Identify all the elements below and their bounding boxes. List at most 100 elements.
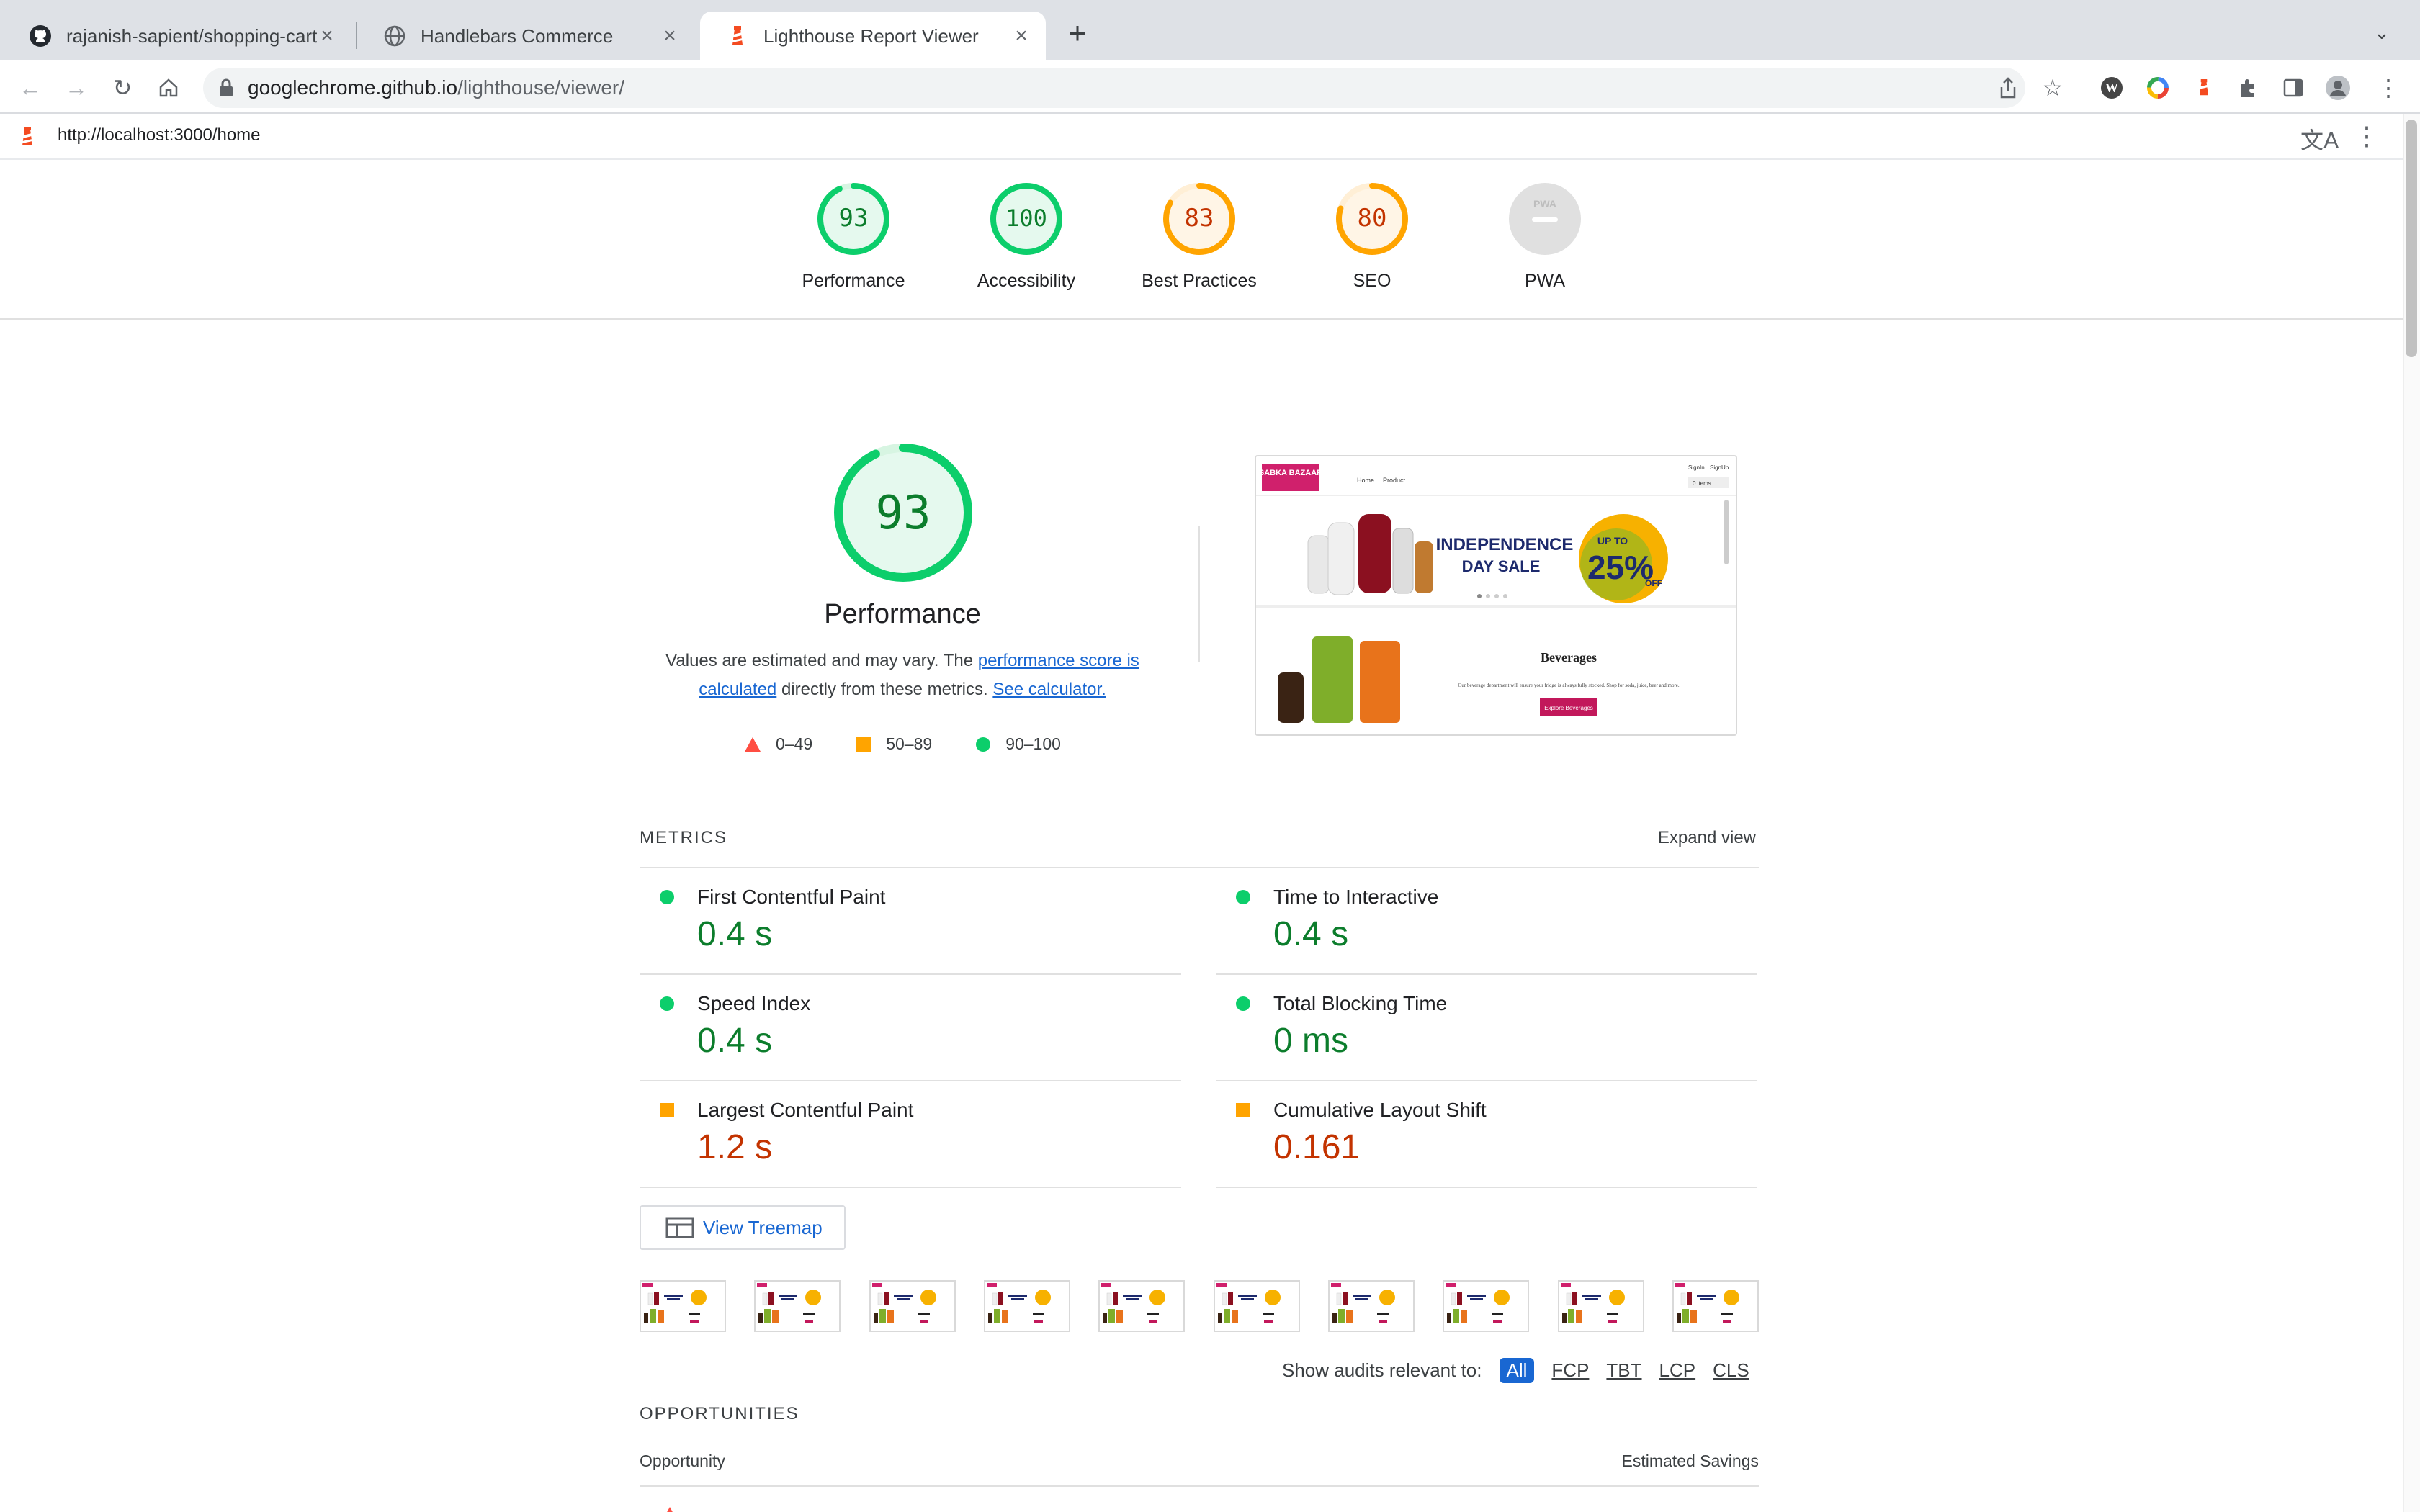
score-ring: 93 xyxy=(817,183,889,255)
globe-icon xyxy=(383,24,406,48)
view-treemap-label: View Treemap xyxy=(703,1216,823,1238)
metric-value: 0.4 s xyxy=(1273,915,1349,953)
metric-speed-index: Speed Index 0.4 s xyxy=(640,975,1181,1081)
profile-avatar-icon[interactable] xyxy=(2323,73,2352,102)
browser-toolbar: ← → ↻ googlechrome.github.io/lighthouse/… xyxy=(0,60,2420,114)
filmstrip-frame xyxy=(1098,1280,1186,1332)
filmstrip-frame xyxy=(1213,1280,1300,1332)
divider xyxy=(1198,526,1200,662)
filter-chip-fcp[interactable]: FCP xyxy=(1551,1359,1589,1382)
gauge-performance[interactable]: 93 Performance xyxy=(767,181,940,292)
see-calculator-link[interactable]: See calculator. xyxy=(992,680,1106,699)
report-topbar: http://localhost:3000/home 文A ⋮ xyxy=(0,114,2420,160)
gauge-best-practices[interactable]: 83 Best Practices xyxy=(1113,181,1286,292)
legend-pass: 90–100 xyxy=(975,734,1061,754)
average-square-icon xyxy=(660,1103,674,1117)
svg-text:UP TO: UP TO xyxy=(1597,535,1628,546)
svg-text:INDEPENDENCE: INDEPENDENCE xyxy=(1436,535,1574,554)
opportunity-column-header: Opportunity xyxy=(640,1452,725,1470)
metric-name: Total Blocking Time xyxy=(1273,992,1448,1014)
view-treemap-button[interactable]: View Treemap xyxy=(640,1205,846,1250)
close-icon[interactable]: × xyxy=(1011,24,1031,48)
new-tab-button[interactable]: + xyxy=(1062,18,1093,50)
svg-text:0 items: 0 items xyxy=(1693,480,1711,487)
svg-text:OFF: OFF xyxy=(1645,578,1662,588)
address-bar[interactable]: googlechrome.github.io/lighthouse/viewer… xyxy=(203,68,2025,108)
puzzle-extensions-icon[interactable] xyxy=(2234,73,2263,102)
metrics-title: METRICS xyxy=(640,828,727,847)
filter-chip-all[interactable]: All xyxy=(1499,1358,1535,1383)
svg-text:25%: 25% xyxy=(1587,549,1654,586)
average-square-icon xyxy=(856,737,871,752)
filter-chip-lcp[interactable]: LCP xyxy=(1659,1359,1696,1382)
share-icon[interactable] xyxy=(1994,73,2022,102)
tab-title: Lighthouse Report Viewer xyxy=(763,24,979,47)
tab-strip: rajanish-sapient/shopping-cart × Handleb… xyxy=(0,0,2420,60)
final-screenshot[interactable]: SABKA BAZAAR Home Product SignIn SignUp … xyxy=(1255,455,1737,736)
url-host: googlechrome.github.io xyxy=(248,76,458,99)
expand-view-toggle[interactable]: Expand view xyxy=(1658,828,1756,848)
bookmark-star-icon[interactable]: ☆ xyxy=(2038,73,2067,102)
forward-icon[interactable]: → xyxy=(62,73,91,102)
tab-github[interactable]: rajanish-sapient/shopping-cart × xyxy=(3,12,351,60)
lighthouse-icon xyxy=(726,24,749,48)
svg-text:W: W xyxy=(2105,81,2118,95)
metric-value: 0.4 s xyxy=(697,1022,773,1060)
svg-text:SignIn: SignIn xyxy=(1688,464,1705,471)
gauge-pwa[interactable]: PWA PWA xyxy=(1458,181,1631,292)
score-value: 83 xyxy=(1185,204,1214,233)
tab-handlebars[interactable]: Handlebars Commerce × xyxy=(357,12,694,60)
performance-title: Performance xyxy=(824,599,981,629)
more-menu-icon[interactable]: ⋮ xyxy=(2374,73,2403,102)
svg-text:DAY SALE: DAY SALE xyxy=(1462,557,1541,575)
performance-gauge: 93 xyxy=(834,444,972,582)
svg-text:Home: Home xyxy=(1357,477,1374,484)
color-extension-icon[interactable] xyxy=(2143,73,2172,102)
gauge-seo[interactable]: 80 SEO xyxy=(1286,181,1458,292)
scrollbar-thumb[interactable] xyxy=(2406,120,2417,357)
filter-chip-tbt[interactable]: TBT xyxy=(1606,1359,1641,1382)
side-panel-icon[interactable] xyxy=(2279,73,2308,102)
category-scores-bar: 93 Performance 100 Accessibility 83 Best… xyxy=(0,160,2406,320)
score-value: 80 xyxy=(1358,204,1387,233)
filmstrip-frame xyxy=(754,1280,841,1332)
lock-icon xyxy=(219,78,233,97)
metric-cumulative-layout-shift: Cumulative Layout Shift 0.161 xyxy=(1216,1081,1757,1188)
report-url[interactable]: http://localhost:3000/home xyxy=(58,125,261,145)
tab-lighthouse-viewer[interactable]: Lighthouse Report Viewer × xyxy=(700,12,1046,60)
treemap-icon xyxy=(666,1217,694,1238)
filmstrip-frame xyxy=(869,1280,956,1332)
report-menu-icon[interactable]: ⋮ xyxy=(2354,121,2380,151)
reload-icon[interactable]: ↻ xyxy=(108,73,137,102)
metric-name: Cumulative Layout Shift xyxy=(1273,1099,1487,1121)
pass-circle-icon xyxy=(1236,890,1250,904)
svg-text:SignUp: SignUp xyxy=(1710,464,1729,471)
gauge-label: Accessibility xyxy=(977,271,1076,291)
filmstrip-frame xyxy=(640,1280,726,1332)
lighthouse-extension-icon[interactable] xyxy=(2190,73,2218,102)
pass-circle-icon xyxy=(660,890,674,904)
home-icon[interactable] xyxy=(154,73,183,102)
metric-name: First Contentful Paint xyxy=(697,886,886,908)
estimated-savings-column-header: Estimated Savings xyxy=(1621,1452,1759,1470)
svg-text:Our beverage department will e: Our beverage department will ensure your… xyxy=(1458,683,1680,688)
translate-icon[interactable]: 文A xyxy=(2300,122,2339,156)
gauge-accessibility[interactable]: 100 Accessibility xyxy=(940,181,1113,292)
gauge-label: SEO xyxy=(1353,271,1392,291)
close-icon[interactable]: × xyxy=(317,24,337,48)
chevron-down-icon[interactable]: ⌄ xyxy=(2374,22,2390,44)
filter-chip-cls[interactable]: CLS xyxy=(1713,1359,1749,1382)
legend-fail: 0–49 xyxy=(744,734,812,754)
metric-value: 1.2 s xyxy=(697,1128,773,1166)
wordpress-extension-icon[interactable]: W xyxy=(2097,73,2126,102)
filmstrip-frame xyxy=(983,1280,1070,1332)
close-icon[interactable]: × xyxy=(660,24,680,48)
back-icon[interactable]: ← xyxy=(16,73,45,102)
opportunity-row[interactable] xyxy=(640,1498,1759,1512)
audit-filter: Show audits relevant to: All FCP TBT LCP… xyxy=(1282,1358,1749,1383)
score-value: 93 xyxy=(875,487,931,540)
legend-average: 50–89 xyxy=(856,734,932,754)
url-path: /lighthouse/viewer/ xyxy=(457,76,624,99)
github-icon xyxy=(29,24,52,48)
metric-value: 0.161 xyxy=(1273,1128,1361,1166)
